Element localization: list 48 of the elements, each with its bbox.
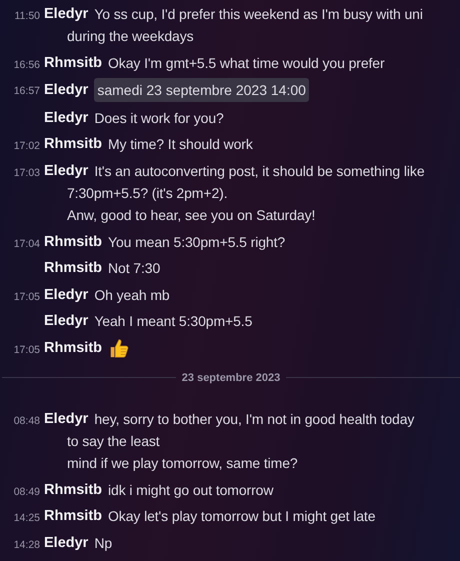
author-name[interactable]: Rhmsitb: [44, 478, 102, 501]
author-name[interactable]: Rhmsitb: [44, 230, 102, 253]
author-name[interactable]: Eledyr: [44, 3, 88, 25]
message-time: 14:25: [14, 512, 40, 524]
thumbs-up-icon: [108, 336, 130, 359]
author-name[interactable]: Rhmsitb: [44, 257, 102, 280]
message-text: Not 7:30: [108, 259, 160, 278]
message-time: 17:03: [14, 166, 40, 179]
message-text: Np: [94, 534, 112, 553]
author-name[interactable]: Rhmsitb: [44, 336, 102, 359]
message-text: It's an autoconverting post, it should be something like: [94, 162, 425, 181]
message-text: Okay let's play tomorrow but I might get late: [108, 507, 376, 526]
author-name[interactable]: Eledyr: [44, 284, 88, 306]
timestamp-chip[interactable]: samedi 23 septembre 2023 14:00: [94, 78, 309, 102]
author-name[interactable]: Eledyr: [44, 310, 88, 332]
message-time: 17:05: [14, 344, 40, 356]
message-time: 08:48: [14, 414, 40, 427]
message-text: Yo ss cup, I'd prefer this weekend as I'm busy with uni: [94, 5, 423, 24]
date-divider: 23 septembre 2023: [180, 372, 282, 384]
author-name[interactable]: Eledyr: [44, 408, 88, 430]
message-time: 16:56: [14, 58, 40, 71]
message-text: 7:30pm+5.5? (it's 2pm+2).: [67, 184, 228, 203]
message-text: Yeah I meant 5:30pm+5.5: [94, 312, 252, 332]
message-text: during the weekdays: [67, 27, 195, 46]
message-time: 11:50: [14, 10, 40, 22]
message-time: 17:04: [14, 238, 40, 250]
message-time: 08:49: [14, 486, 40, 498]
message-time: 16:57: [14, 85, 40, 98]
message-text: idk i might go out tomorrow: [108, 480, 274, 500]
message-text: Oh yeah mb: [94, 286, 170, 305]
author-name[interactable]: Eledyr: [44, 106, 88, 129]
message-text: Okay I'm gmt+5.5 what time would you prefer: [108, 54, 385, 73]
message-text: to say the least: [67, 432, 161, 451]
message-time: 17:05: [14, 290, 40, 303]
message-time: 17:02: [14, 140, 40, 152]
message-text: Anw, good to hear, see you on Saturday!: [67, 206, 316, 225]
author-name[interactable]: Eledyr: [44, 79, 88, 102]
message-text: hey, sorry to bother you, I'm not in good health today: [94, 410, 414, 429]
message-text: mind if we play tomorrow, same time?: [67, 454, 299, 473]
author-name[interactable]: Eledyr: [44, 532, 88, 554]
author-name[interactable]: Rhmsitb: [44, 505, 102, 528]
author-name[interactable]: Rhmsitb: [44, 133, 102, 156]
message-text: My time? It should work: [108, 135, 253, 154]
message-time: 14:28: [14, 538, 40, 551]
message-text: Does it work for you?: [94, 108, 224, 128]
author-name[interactable]: Rhmsitb: [44, 52, 102, 74]
message-text: You mean 5:30pm+5.5 right?: [108, 232, 286, 252]
author-name[interactable]: Eledyr: [44, 160, 88, 182]
